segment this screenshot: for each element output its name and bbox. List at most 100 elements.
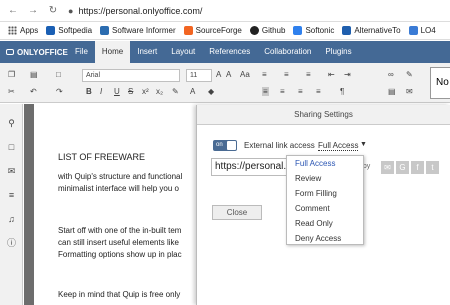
font-size-select[interactable]: 11 [186,69,212,82]
chat-icon[interactable]: ✉ [6,166,17,177]
tab-layout[interactable]: Layout [164,41,202,63]
increase-font-icon[interactable]: A [216,70,221,79]
url-field[interactable]: https://personal.onlyoffice.com/ [78,6,202,16]
bullets-icon[interactable]: ≡ [262,70,267,79]
bookmark-sourceforge[interactable]: SourceForge [183,26,242,35]
decrease-font-icon[interactable]: A [226,70,231,79]
bookmark-softonic[interactable]: Softonic [293,26,334,35]
bookmark-label: AlternativeTo [354,26,401,35]
alternativeto-icon [342,26,352,35]
align-left-icon[interactable]: ≡ [262,87,269,96]
menu-item-full-access[interactable]: Full Access [287,156,363,171]
mail-merge-icon[interactable]: ✉ [406,87,413,96]
tab-insert[interactable]: Insert [130,41,164,63]
multilevel-icon[interactable]: ≡ [306,70,311,79]
close-button[interactable]: Close [212,205,262,220]
clear-style-icon[interactable]: ✎ [406,70,413,79]
bookmark-label: Softonic [305,26,335,35]
doc-heading: LIST OF FREEWARE [58,152,146,162]
italic-icon[interactable]: I [100,87,102,96]
bookmark-apps[interactable]: Apps [8,26,38,35]
doc-line: Formatting options show up in plac [58,250,182,259]
bookmark-github[interactable]: Github [249,26,285,35]
menu-item-form-filling[interactable]: Form Filling [287,186,363,201]
redo-icon[interactable]: ↷ [56,87,63,96]
change-color-scheme-icon[interactable]: ▤ [388,87,396,96]
facebook-icon[interactable]: f [411,161,424,174]
menu-item-review[interactable]: Review [287,171,363,186]
toggle-state: on [216,142,223,148]
undo-icon[interactable]: ↶ [30,87,37,96]
comment-icon[interactable]: □ [6,142,17,153]
menu-item-read-only[interactable]: Read Only [287,216,363,231]
bookmark-label: LO4 [420,26,436,35]
bookmark-alternativeto[interactable]: AlternativeTo [342,26,401,35]
share-link-field[interactable]: https://personal. [211,158,287,176]
doc-line: minimalist interface will help you o [58,184,179,193]
copy-icon[interactable]: ❐ [8,70,15,79]
bookmark-label: Software Informer [112,26,176,35]
navigation-icon[interactable]: ≡ [6,190,17,201]
subscript-icon[interactable]: x₂ [156,87,163,96]
left-sidebar: ⚲ □ ✉ ≡ ♫ ⓘ [0,104,23,305]
cut-icon[interactable]: ✂ [8,87,15,96]
twitter-icon[interactable]: t [426,161,439,174]
browser-address-bar: ← → ↻ ● https://personal.onlyoffice.com/ [0,0,450,22]
access-dropdown[interactable]: Full Access [318,141,359,151]
select-all-icon[interactable]: □ [56,70,61,79]
highlight-icon[interactable]: ✎ [172,87,179,96]
bookmark-software-informer[interactable]: Software Informer [100,26,176,35]
back-icon[interactable]: ← [6,4,20,18]
search-icon[interactable]: ⚲ [6,118,17,129]
font-name-select[interactable]: Arial [82,69,180,82]
superscript-icon[interactable]: x² [142,87,149,96]
reload-icon[interactable]: ↻ [46,4,60,18]
tab-file[interactable]: File [68,41,95,63]
chevron-down-icon[interactable]: ▼ [360,141,367,148]
email-icon[interactable]: ✉ [381,161,394,174]
underline-icon[interactable]: U [114,87,120,96]
feedback-icon[interactable]: ♫ [6,214,17,225]
change-case-icon[interactable]: Aa [240,70,250,79]
bold-icon[interactable]: B [86,87,92,96]
external-link-label: External link access [244,141,315,150]
apps-grid-icon [8,26,17,35]
bookmark-label: SourceForge [195,26,242,35]
strikethrough-icon[interactable]: S [128,87,133,96]
shading-icon[interactable]: ◆ [208,87,214,96]
menu-item-comment[interactable]: Comment [287,201,363,216]
bookmarks-bar: Apps Softpedia Software Informer SourceF… [0,22,450,40]
home-toolbar: ❐ ▤ □ ✂ ↶ ↷ Arial 11 A A Aa B I U S x² x… [0,63,450,103]
bookmark-softpedia[interactable]: Softpedia [46,26,92,35]
paste-icon[interactable]: ▤ [30,70,38,79]
numbering-icon[interactable]: ≡ [284,70,289,79]
tab-references[interactable]: References [202,41,257,63]
font-color-icon[interactable]: A [190,87,195,96]
panel-title: Sharing Settings [197,105,450,125]
logo-text: ONLYOFFICE [17,47,68,57]
bookmark-label: Softpedia [58,26,93,35]
google-plus-icon[interactable]: G [396,161,409,174]
software-informer-icon [100,26,110,35]
lo4-icon [408,26,418,35]
tab-plugins[interactable]: Plugins [318,41,358,63]
external-link-toggle[interactable]: on [213,140,237,151]
copy-style-icon[interactable]: ∞ [388,70,394,79]
doc-line: can still insert useful elements like [58,238,179,247]
decrease-indent-icon[interactable]: ⇤ [328,70,335,79]
style-preview[interactable]: No [430,67,450,99]
justify-icon[interactable]: ≡ [316,87,321,96]
paragraph-icon[interactable]: ¶ [340,87,344,96]
align-center-icon[interactable]: ≡ [280,87,285,96]
tab-home[interactable]: Home [94,41,131,63]
logo-icon [6,49,14,55]
increase-indent-icon[interactable]: ⇥ [344,70,351,79]
forward-icon[interactable]: → [26,4,40,18]
bookmark-lo4[interactable]: LO4 [408,26,436,35]
tab-collaboration[interactable]: Collaboration [257,41,318,63]
lock-icon: ● [68,5,74,16]
menu-item-deny-access[interactable]: Deny Access [287,231,363,246]
github-icon [249,26,259,35]
align-right-icon[interactable]: ≡ [298,87,303,96]
about-icon[interactable]: ⓘ [6,238,17,249]
